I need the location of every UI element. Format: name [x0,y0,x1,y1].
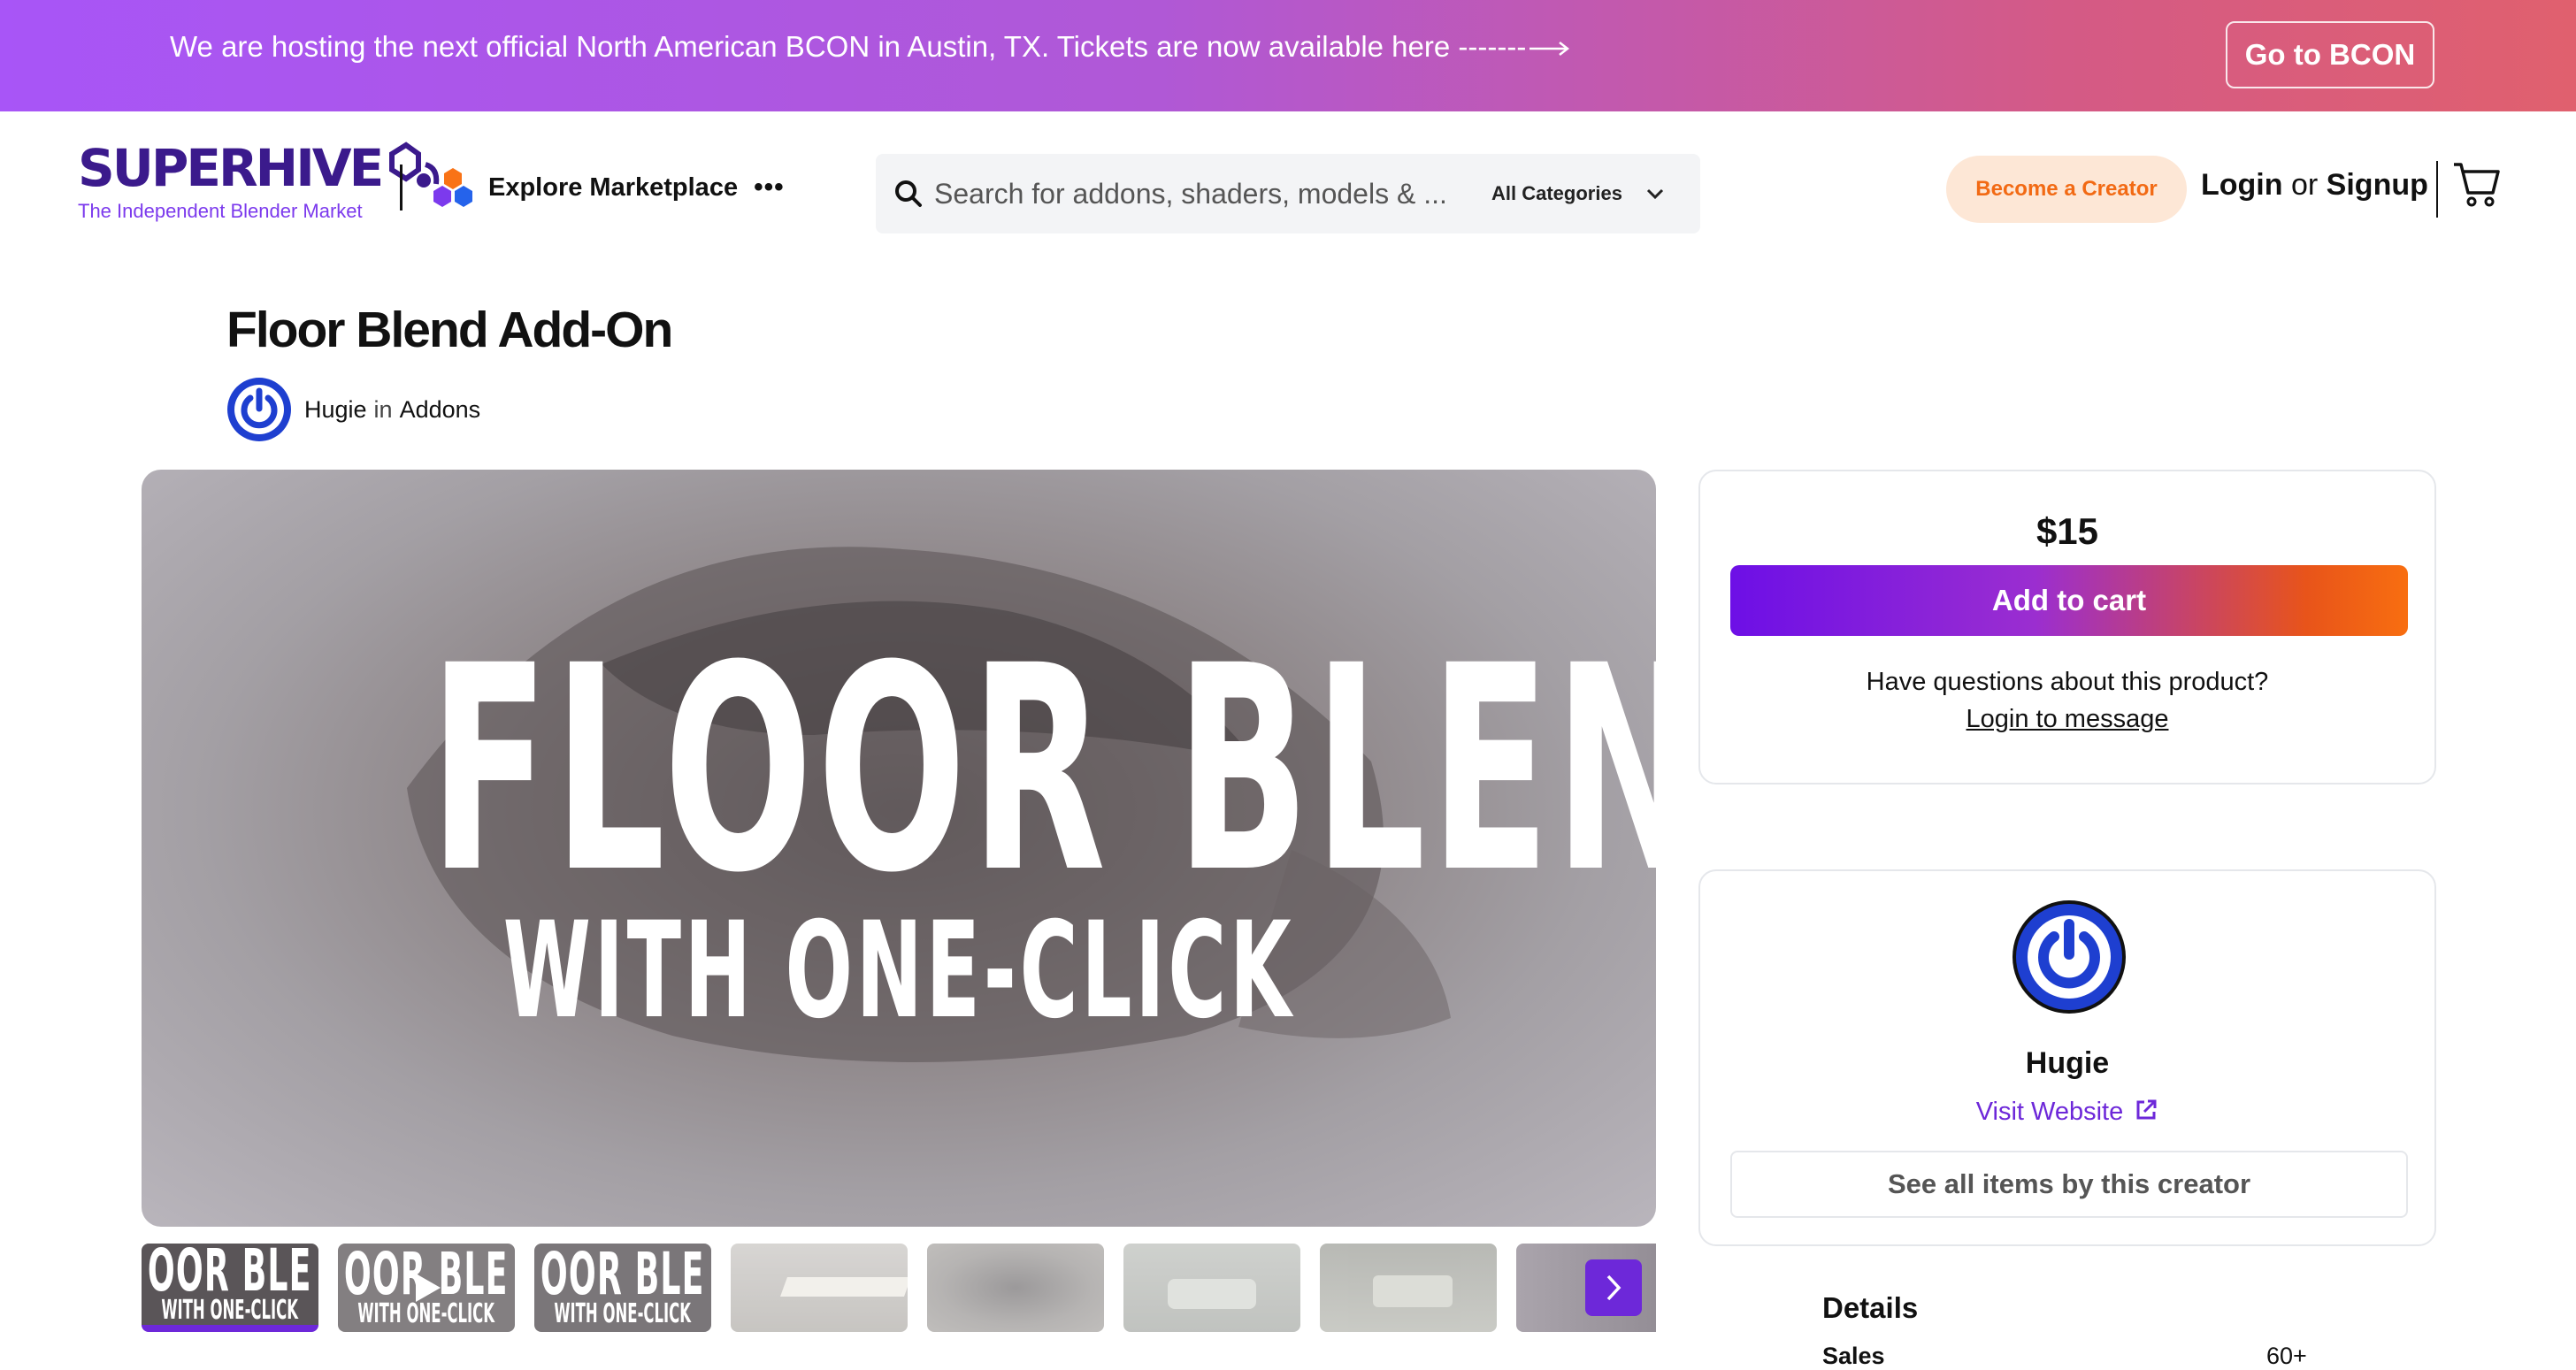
or-text: or [2290,168,2319,202]
category-link[interactable]: Addons [400,396,481,424]
product-hero-image[interactable]: FLOOR BLEND WITH ONE-CLICK [142,470,1656,1227]
logo-tagline: The Independent Blender Market [78,200,363,222]
in-text: in [373,395,393,423]
sales-value: 60+ [2266,1343,2307,1369]
logo-wordmark: SUPERHIVE [78,138,384,198]
chevron-right-icon [1606,1274,1622,1301]
arrow-right-icon [1530,42,1570,57]
thumbnail[interactable] [731,1244,908,1332]
superhive-logo[interactable]: SUPERHIVE The Independent Blender Market [78,142,441,223]
banner-text[interactable]: We are hosting the next official North A… [170,30,1570,64]
thumbnail-strip: OOR BLE WITH ONE-CLICK OOR BLE WITH ONE-… [142,1244,1656,1332]
questions-text: Have questions about this product? [1866,668,2269,696]
creator-avatar-large[interactable] [2012,899,2127,1014]
category-label: All Categories [1491,182,1622,204]
creator-card: Hugie Visit Website See all items by thi… [1698,869,2436,1246]
search-bar: All Categories [876,154,1700,233]
hero-subheadline: WITH ONE-CLICK [502,894,1295,1048]
thumbnail[interactable] [927,1244,1104,1332]
explore-label: Explore Marketplace [488,172,739,202]
next-thumbnail-button[interactable] [1585,1259,1642,1316]
thumbnail-headline: OOR BLE [148,1244,312,1305]
thumbnail-subheadline: WITH ONE-CLICK [161,1295,299,1326]
add-to-cart-button[interactable]: Add to cart [1730,565,2408,636]
thumbnail[interactable] [1123,1244,1300,1332]
cart-icon[interactable] [2452,159,2500,209]
divider [2436,161,2438,218]
more-options-icon[interactable]: ••• [754,172,785,203]
thumbnail[interactable]: OOR BLE WITH ONE-CLICK [534,1244,711,1332]
auth-links: Login or Signup [2201,168,2428,203]
creator-link[interactable]: Hugie [304,396,367,424]
search-icon [895,180,922,207]
product-price: $15 [2036,510,2099,552]
details-heading: Details [1822,1291,1919,1324]
divider [400,165,402,210]
become-creator-button[interactable]: Become a Creator [1946,156,2187,223]
category-select[interactable]: All Categories [1491,154,1665,233]
sales-label: Sales [1822,1343,1885,1369]
see-all-items-button[interactable]: See all items by this creator [1730,1151,2408,1218]
play-icon [416,1274,441,1302]
chevron-down-icon [1646,188,1663,200]
external-link-icon [2136,1099,2157,1120]
visit-website-link[interactable]: Visit Website [1700,1098,2434,1127]
thumbnail-subheadline: WITH ONE-CLICK [554,1298,692,1329]
announcement-banner: We are hosting the next official North A… [0,0,2576,111]
product-byline: Hugie in Addons [226,377,480,442]
banner-message: We are hosting the next official North A… [170,30,1527,63]
purchase-card: $15 Add to cart Have questions about thi… [1698,470,2436,784]
login-to-message-link[interactable]: Login to message [1700,705,2434,734]
video-thumbnail[interactable]: OOR BLE WITH ONE-CLICK [338,1244,515,1332]
go-to-bcon-button[interactable]: Go to BCON [2226,21,2434,88]
marketplace-hexagons-icon [433,168,472,207]
creator-avatar[interactable] [226,377,292,442]
thumbnail[interactable]: OOR BLE WITH ONE-CLICK [142,1244,318,1332]
explore-marketplace-link[interactable]: Explore Marketplace ••• [430,166,785,209]
thumbnail[interactable] [1320,1244,1497,1332]
thumbnail-headline: OOR BLE [540,1244,705,1308]
login-link[interactable]: Login [2201,168,2283,202]
creator-name[interactable]: Hugie [1700,1046,2434,1081]
signup-link[interactable]: Signup [2327,168,2428,202]
visit-website-label: Visit Website [1975,1098,2124,1126]
search-input[interactable] [934,154,1447,233]
product-title: Floor Blend Add-On [226,302,673,358]
hero-headline: FLOOR BLEND [429,606,1656,935]
